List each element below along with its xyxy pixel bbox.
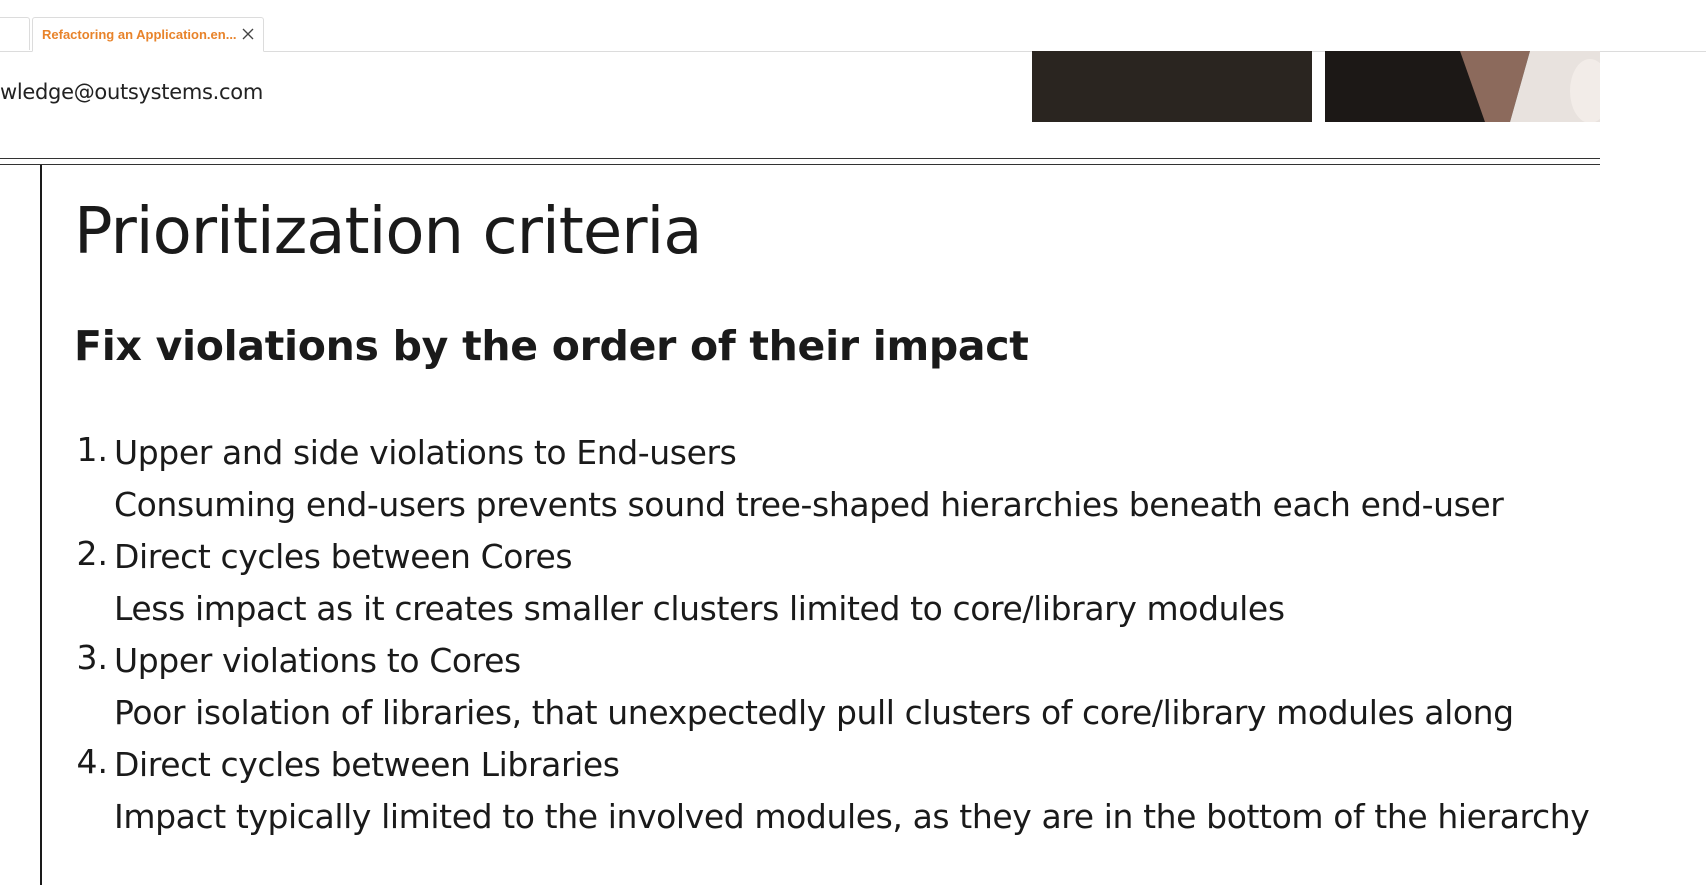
item-number: 4. [76, 742, 109, 781]
slide-title: Prioritization criteria [74, 195, 702, 269]
item-heading: Upper and side violations to End-users [114, 433, 737, 472]
tab-active[interactable]: Refactoring an Application.en... [32, 17, 264, 52]
close-icon[interactable] [240, 26, 256, 42]
item-heading: Upper violations to Cores [114, 641, 521, 680]
list-item: 2. Direct cycles between Cores Less impa… [74, 534, 1589, 638]
list-item: 3. Upper violations to Cores Poor isolat… [74, 638, 1589, 742]
criteria-list: 1. Upper and side violations to End-user… [74, 430, 1590, 846]
item-number: 1. [76, 430, 109, 469]
item-number: 3. [76, 638, 109, 677]
header-email: wledge@outsystems.com [0, 80, 263, 104]
tab-previous[interactable] [0, 17, 30, 50]
slide-left-border [40, 165, 42, 885]
divider-line [0, 164, 1600, 165]
item-number: 2. [76, 534, 109, 573]
item-heading: Direct cycles between Cores [114, 537, 573, 576]
item-description: Poor isolation of libraries, that unexpe… [114, 693, 1514, 732]
tab-title: Refactoring an Application.en... [42, 27, 237, 42]
tab-bar: Refactoring an Application.en... [0, 0, 1706, 52]
header-photo-right [1325, 51, 1600, 122]
item-description: Impact typically limited to the involved… [114, 797, 1590, 836]
divider-line [0, 158, 1600, 159]
item-description: Less impact as it creates smaller cluste… [114, 589, 1285, 628]
item-description: Consuming end-users prevents sound tree-… [114, 485, 1504, 524]
header-photo-left [1032, 51, 1312, 122]
list-item: 4. Direct cycles between Libraries Impac… [74, 742, 1590, 846]
list-item: 1. Upper and side violations to End-user… [74, 430, 1589, 534]
slide-subtitle: Fix violations by the order of their imp… [74, 322, 1029, 370]
item-heading: Direct cycles between Libraries [114, 745, 620, 784]
